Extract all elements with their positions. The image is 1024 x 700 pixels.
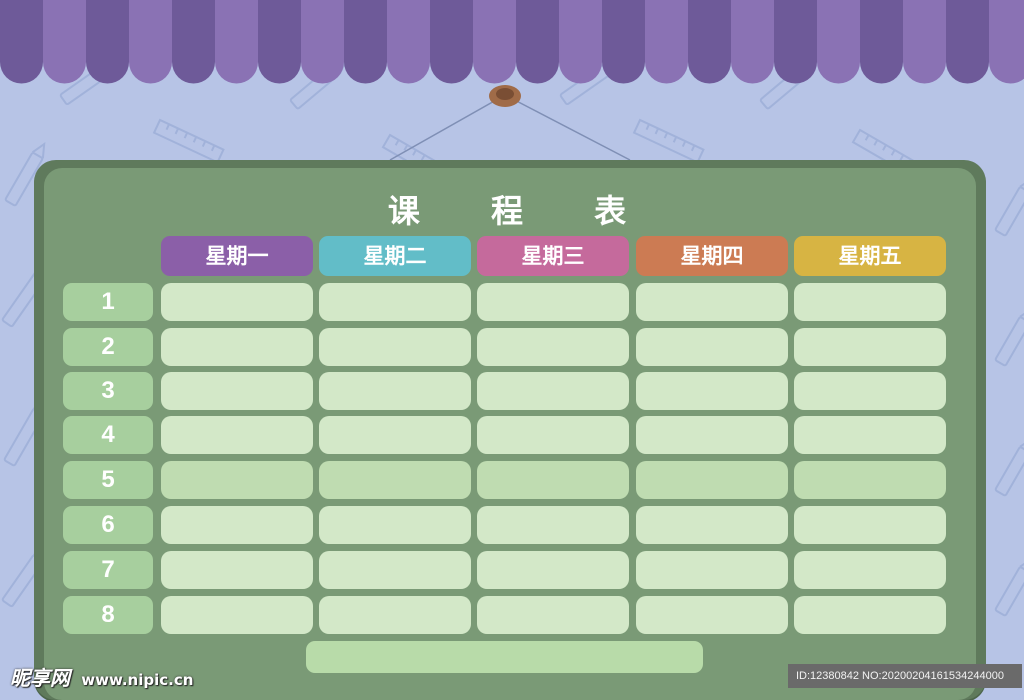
timetable-cell[interactable] [319,416,471,454]
timetable-cell[interactable] [319,328,471,366]
timetable-cell[interactable] [161,283,313,321]
timetable-cell[interactable] [636,328,788,366]
period-number: 2 [63,328,153,366]
timetable-cell[interactable] [794,416,946,454]
day-header-friday: 星期五 [794,236,946,276]
timetable-cell[interactable] [794,283,946,321]
timetable-cell[interactable] [794,596,946,634]
page-title: 课 程 表 [387,192,657,230]
timetable-cell[interactable] [477,551,629,589]
hanging-string [389,85,631,161]
timetable-cell[interactable] [636,461,788,499]
period-number: 1 [63,283,153,321]
timetable-cell[interactable] [794,328,946,366]
timetable-cell[interactable] [319,283,471,321]
timetable-cell[interactable] [319,461,471,499]
period-number: 7 [63,551,153,589]
timetable-cell[interactable] [319,596,471,634]
timetable-cell[interactable] [636,283,788,321]
period-number: 4 [63,416,153,454]
period-number: 5 [63,461,153,499]
timetable-cell[interactable] [319,372,471,410]
image-id-label: ID:12380842 NO:20200204161534244000 [788,664,1022,688]
timetable-cell[interactable] [161,551,313,589]
timetable-cell[interactable] [477,506,629,544]
day-header-thursday: 星期四 [636,236,788,276]
footer-bar [306,641,703,673]
timetable-cell[interactable] [636,551,788,589]
timetable-cell[interactable] [794,461,946,499]
day-header-wednesday: 星期三 [477,236,629,276]
timetable-cell[interactable] [794,551,946,589]
day-header-tuesday: 星期二 [319,236,471,276]
timetable-cell[interactable] [477,328,629,366]
timetable-cell[interactable] [161,596,313,634]
timetable-cell[interactable] [161,461,313,499]
timetable-cell[interactable] [636,372,788,410]
watermark-site: www.nipic.cn [81,671,194,689]
timetable-cell[interactable] [161,506,313,544]
watermark: 昵享网 www.nipic.cn [10,664,193,692]
timetable-cell[interactable] [794,372,946,410]
timetable-cell[interactable] [636,416,788,454]
period-number: 8 [63,596,153,634]
watermark-logo: 昵享网 [10,666,70,690]
timetable-cell[interactable] [636,506,788,544]
timetable-cell[interactable] [161,416,313,454]
period-number: 3 [63,372,153,410]
timetable-cell[interactable] [319,551,471,589]
day-header-monday: 星期一 [161,236,313,276]
timetable-cell[interactable] [794,506,946,544]
period-number: 6 [63,506,153,544]
timetable-cell[interactable] [161,372,313,410]
timetable-cell[interactable] [477,596,629,634]
timetable-cell[interactable] [161,328,313,366]
timetable-cell[interactable] [319,506,471,544]
timetable-cell[interactable] [636,596,788,634]
timetable-cell[interactable] [477,372,629,410]
timetable-cell[interactable] [477,283,629,321]
timetable-cell[interactable] [477,461,629,499]
timetable-cell[interactable] [477,416,629,454]
